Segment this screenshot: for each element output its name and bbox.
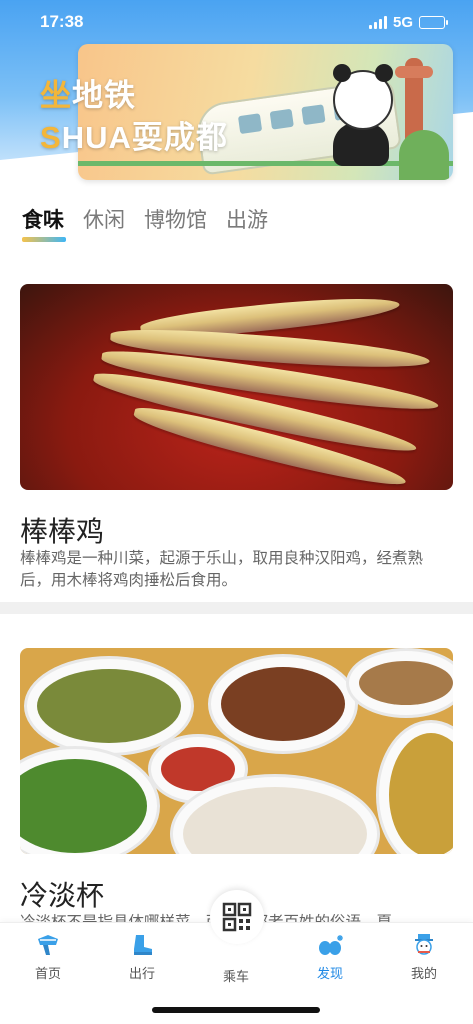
tab-outing[interactable]: 出游 bbox=[226, 204, 268, 244]
status-bar: 17:38 5G bbox=[0, 0, 473, 44]
category-tabs: 食味 休闲 博物馆 出游 bbox=[22, 204, 268, 244]
nav-discover-label: 发现 bbox=[316, 966, 343, 981]
article-photo-cold-dishes bbox=[20, 648, 453, 854]
battery-icon bbox=[419, 15, 448, 29]
status-time: 17:38 bbox=[40, 12, 84, 31]
home-indicator bbox=[152, 1007, 320, 1013]
status-indicators: 5G bbox=[368, 13, 448, 31]
network-type: 5G bbox=[392, 13, 413, 31]
article-card[interactable]: 棒棒鸡 棒棒鸡是一种川菜，起源于乐山，取用良种汉阳鸡，经煮熟后，用木棒将鸡肉捶松… bbox=[0, 284, 473, 589]
nav-home[interactable]: 首页 bbox=[12, 933, 84, 982]
home-scarf-icon bbox=[38, 935, 58, 955]
article-card[interactable]: 冷淡杯 冷淡杯不是指具体哪样菜，而是成都老百姓的俗语，夏 bbox=[0, 648, 473, 931]
tab-leisure[interactable]: 休闲 bbox=[83, 204, 125, 244]
tab-museum[interactable]: 博物馆 bbox=[144, 204, 207, 244]
signal-icon bbox=[368, 15, 387, 29]
section-divider bbox=[0, 602, 473, 614]
snowman-icon bbox=[415, 934, 433, 955]
nav-discover[interactable]: 发现 bbox=[294, 933, 366, 982]
article-title: 冷淡杯 bbox=[20, 880, 105, 911]
nav-home-label: 首页 bbox=[34, 966, 61, 981]
nav-mine[interactable]: 我的 bbox=[388, 933, 460, 982]
panda-illustration bbox=[333, 64, 393, 130]
banner-title-line1: 坐地铁 bbox=[40, 78, 136, 113]
boot-icon bbox=[134, 935, 152, 955]
nav-mine-label: 我的 bbox=[410, 966, 437, 981]
nav-ride-button[interactable] bbox=[210, 890, 264, 944]
article-photo-bangbang-chicken bbox=[20, 284, 453, 490]
nav-travel[interactable]: 出行 bbox=[106, 933, 178, 982]
article-title: 棒棒鸡 bbox=[20, 516, 105, 547]
nav-travel-label: 出行 bbox=[128, 966, 155, 981]
qr-code-icon bbox=[222, 902, 252, 932]
snowflake-mittens-icon bbox=[319, 935, 343, 955]
banner-title-line2: SHUA耍成都 bbox=[40, 120, 228, 155]
track-stripe bbox=[78, 161, 453, 166]
tab-food[interactable]: 食味 bbox=[22, 204, 66, 244]
tree-illustration bbox=[399, 130, 449, 180]
nav-ride-label: 乘车 bbox=[222, 969, 249, 984]
article-description: 棒棒鸡是一种川菜，起源于乐山，取用良种汉阳鸡，经煮熟后，用木棒将鸡肉捶松后食用。 bbox=[20, 550, 424, 589]
